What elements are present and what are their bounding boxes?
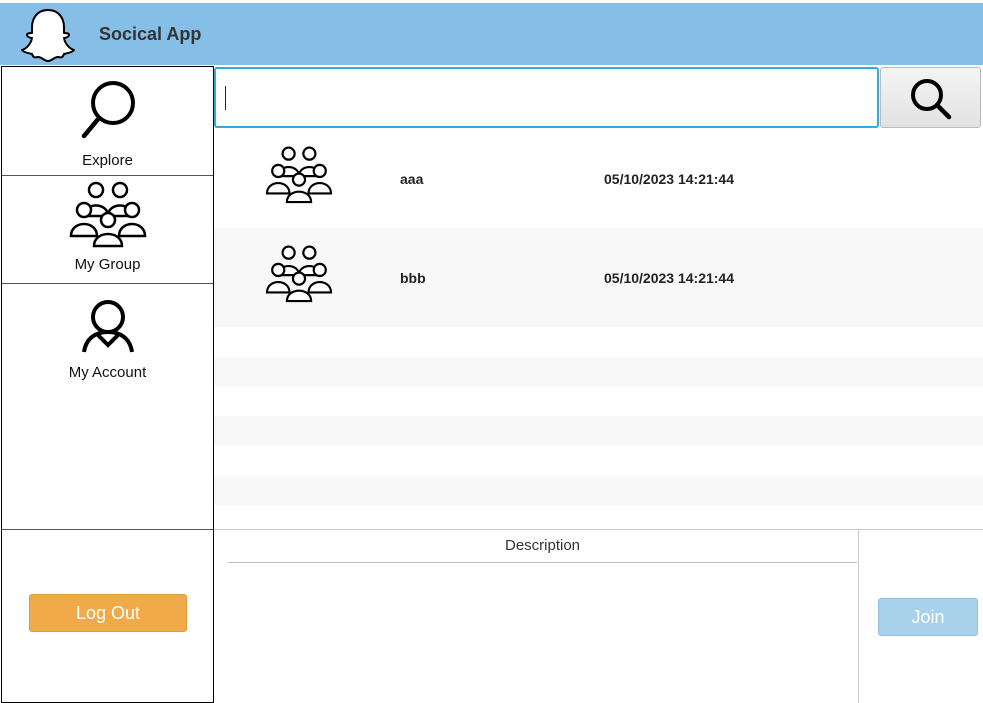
group-name: aaa xyxy=(400,171,424,187)
group-timestamp: 05/10/2023 14:21:44 xyxy=(604,171,734,187)
sidebar-item-explore[interactable]: Explore xyxy=(2,67,213,176)
group-list: aaa 05/10/2023 14:21:44 bbb 05/10/2023 1… xyxy=(214,129,983,529)
panel-vertical-divider xyxy=(858,530,859,703)
sidebar-item-my-group[interactable]: My Group xyxy=(2,176,213,284)
list-stripe xyxy=(214,416,983,446)
sidebar-item-my-account[interactable]: My Account xyxy=(2,284,213,404)
group-name: bbb xyxy=(400,270,426,286)
log-out-button[interactable]: Log Out xyxy=(29,594,187,632)
search-icon xyxy=(911,79,952,120)
app-title: Socical App xyxy=(99,24,202,44)
list-stripe xyxy=(214,475,983,505)
list-stripe xyxy=(214,357,983,387)
group-timestamp: 05/10/2023 14:21:44 xyxy=(604,270,734,286)
search-input[interactable] xyxy=(214,67,879,128)
group-icon xyxy=(265,245,333,303)
list-item[interactable]: bbb 05/10/2023 14:21:44 xyxy=(214,228,983,327)
sidebar-item-label: My Account xyxy=(68,364,147,381)
text-caret xyxy=(225,86,226,110)
join-button[interactable]: Join xyxy=(878,598,978,636)
group-icon xyxy=(69,181,146,248)
list-item[interactable]: aaa 05/10/2023 14:21:44 xyxy=(214,129,983,228)
sidebar-divider xyxy=(2,529,213,530)
group-icon xyxy=(265,146,333,204)
user-icon xyxy=(81,300,134,353)
magnifier-icon xyxy=(81,81,135,139)
sidebar-item-label: My Group xyxy=(74,256,141,273)
app-header: Socical App xyxy=(0,3,983,65)
ghost-icon xyxy=(21,9,75,62)
sidebar-item-label: Explore xyxy=(82,152,133,169)
description-body xyxy=(228,563,857,701)
description-header: Description xyxy=(228,530,857,563)
sidebar: Explore My Group My Account Log Out xyxy=(1,66,214,703)
search-button[interactable] xyxy=(880,67,981,128)
